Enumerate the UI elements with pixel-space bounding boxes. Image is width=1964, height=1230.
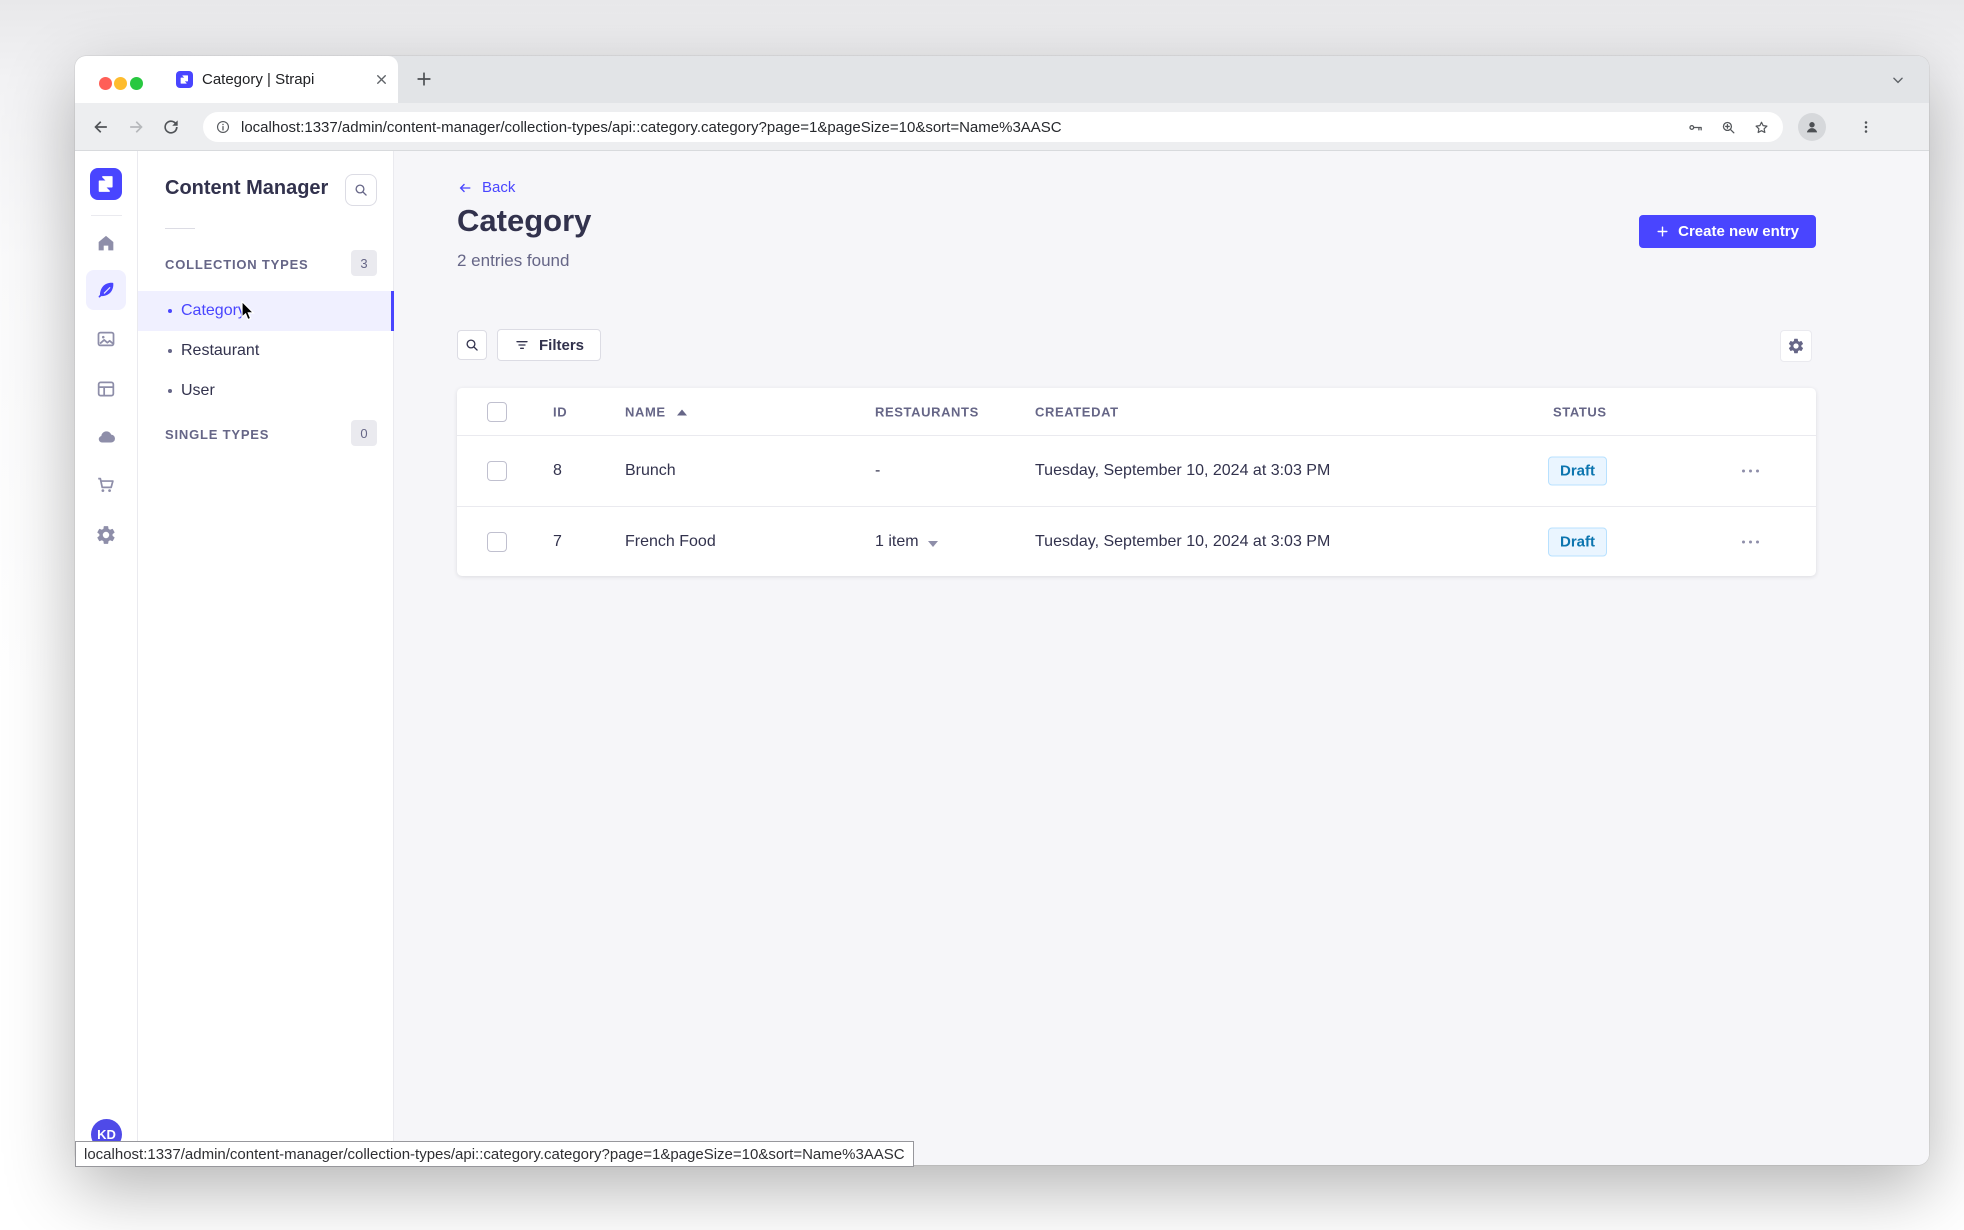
header-createdat[interactable]: CREATEDAT <box>1035 404 1119 419</box>
sidebar-item-label: Restaurant <box>181 342 260 359</box>
content-manager-feather-icon[interactable] <box>86 270 126 310</box>
header-name-label: NAME <box>625 404 666 419</box>
panel-title: Content Manager <box>165 177 329 199</box>
page-title: Category <box>457 203 592 238</box>
row-checkbox[interactable] <box>487 531 507 552</box>
sidebar-item-label: User <box>181 382 215 399</box>
entries-table: ID NAME RESTAURANTS CREATEDAT STATUS 8 B… <box>457 388 1816 576</box>
sidebar-item-category[interactable]: Category <box>138 291 394 331</box>
url-text: localhost:1337/admin/content-manager/col… <box>241 118 1062 136</box>
header-restaurants[interactable]: RESTAURANTS <box>875 404 979 419</box>
cell-name: French Food <box>625 532 716 550</box>
marketplace-cart-icon[interactable] <box>86 465 126 505</box>
entries-count-text: 2 entries found <box>457 251 570 270</box>
single-types-count-badge: 0 <box>351 420 377 446</box>
filters-button[interactable]: Filters <box>497 329 602 361</box>
site-info-icon[interactable] <box>215 119 231 135</box>
browser-profile-avatar[interactable] <box>1798 113 1826 141</box>
filter-icon <box>516 341 528 349</box>
browser-back-button[interactable] <box>91 117 111 137</box>
header-name[interactable]: NAME <box>625 404 687 419</box>
zoom-level-icon[interactable] <box>1720 119 1736 135</box>
status-bar-url: localhost:1337/admin/content-manager/col… <box>75 1141 914 1167</box>
filters-label: Filters <box>539 336 585 354</box>
cell-id: 7 <box>553 532 562 550</box>
restaurants-count-label: 1 item <box>875 532 919 550</box>
status-badge: Draft <box>1548 456 1608 486</box>
home-icon[interactable] <box>86 223 126 263</box>
sort-ascending-icon <box>676 409 687 415</box>
table-row[interactable]: 8 Brunch - Tuesday, September 10, 2024 a… <box>457 436 1816 506</box>
settings-gear-icon[interactable] <box>86 515 126 555</box>
sidebar-item-restaurant[interactable]: Restaurant <box>138 331 394 371</box>
row-actions-icon[interactable] <box>1742 469 1759 473</box>
back-label: Back <box>482 179 516 196</box>
zoom-window-button[interactable] <box>130 77 143 90</box>
header-id[interactable]: ID <box>553 404 567 419</box>
sidebar-item-user[interactable]: User <box>138 371 394 411</box>
tab-title: Category | Strapi <box>202 71 315 88</box>
table-header-row: ID NAME RESTAURANTS CREATEDAT STATUS <box>457 388 1816 436</box>
bullet-icon <box>168 309 172 313</box>
header-status[interactable]: STATUS <box>1553 404 1607 419</box>
bookmark-star-icon[interactable] <box>1753 119 1769 135</box>
chevron-down-icon <box>927 540 938 547</box>
nav-divider <box>91 215 122 216</box>
main-nav-rail: KD <box>75 151 138 1165</box>
create-new-entry-button[interactable]: Create new entry <box>1639 215 1816 248</box>
cell-createdat: Tuesday, September 10, 2024 at 3:03 PM <box>1035 532 1331 550</box>
row-checkbox[interactable] <box>487 461 507 481</box>
minimize-window-button[interactable] <box>114 77 127 90</box>
select-all-checkbox[interactable] <box>487 401 507 422</box>
content-type-builder-icon[interactable] <box>86 369 126 409</box>
cell-restaurants-dropdown[interactable]: 1 item <box>875 533 938 551</box>
plus-icon <box>1657 226 1668 237</box>
active-tab-region: Category | Strapi <box>75 56 398 103</box>
new-tab-button[interactable] <box>414 69 434 89</box>
bullet-icon <box>168 389 172 393</box>
address-bar[interactable]: localhost:1337/admin/content-manager/col… <box>203 112 1783 142</box>
create-new-entry-label: Create new entry <box>1678 223 1799 240</box>
browser-window: Category | Strapi localhost:1337/admin/c… <box>75 56 1929 1165</box>
tab-list-chevron-icon[interactable] <box>1891 73 1905 87</box>
panel-divider <box>165 228 195 229</box>
single-types-label: SINGLE TYPES <box>165 427 270 442</box>
cell-restaurants: - <box>875 462 881 479</box>
mouse-cursor <box>238 300 258 322</box>
row-actions-icon[interactable] <box>1742 540 1759 543</box>
browser-tab-strip: Category | Strapi <box>75 56 1929 103</box>
password-key-icon[interactable] <box>1687 119 1703 135</box>
table-row[interactable]: 7 French Food 1 item Tuesday, September … <box>457 506 1816 576</box>
status-badge: Draft <box>1548 527 1608 556</box>
main-view: Back Category 2 entries found Create new… <box>394 151 1929 1165</box>
tab-close-icon[interactable] <box>374 72 389 87</box>
cell-id: 8 <box>553 462 562 479</box>
media-library-icon[interactable] <box>86 319 126 359</box>
search-icon <box>466 339 478 351</box>
content-manager-panel: Content Manager COLLECTION TYPES 3 Categ… <box>138 151 394 1165</box>
panel-search-button[interactable] <box>345 174 377 206</box>
gear-icon <box>1788 338 1804 354</box>
sidebar-item-label: Category <box>181 302 246 319</box>
strapi-admin-content: KD Content Manager COLLECTION TYPES 3 Ca… <box>75 151 1929 1165</box>
browser-forward-button[interactable] <box>126 117 146 137</box>
browser-menu-icon[interactable] <box>1857 116 1875 138</box>
browser-reload-button[interactable] <box>161 117 181 137</box>
bullet-icon <box>168 349 172 353</box>
table-settings-button[interactable] <box>1780 330 1812 362</box>
cell-name: Brunch <box>625 462 676 479</box>
cell-createdat: Tuesday, September 10, 2024 at 3:03 PM <box>1035 462 1331 479</box>
browser-toolbar: localhost:1337/admin/content-manager/col… <box>75 103 1929 151</box>
collection-types-count-badge: 3 <box>351 250 377 276</box>
collection-types-label: COLLECTION TYPES <box>165 257 309 272</box>
strapi-logo[interactable] <box>90 168 122 200</box>
cloud-icon[interactable] <box>86 417 126 457</box>
back-link[interactable]: Back <box>457 179 515 196</box>
table-search-button[interactable] <box>457 330 487 360</box>
close-window-button[interactable] <box>99 77 112 90</box>
strapi-favicon-icon <box>176 71 193 88</box>
